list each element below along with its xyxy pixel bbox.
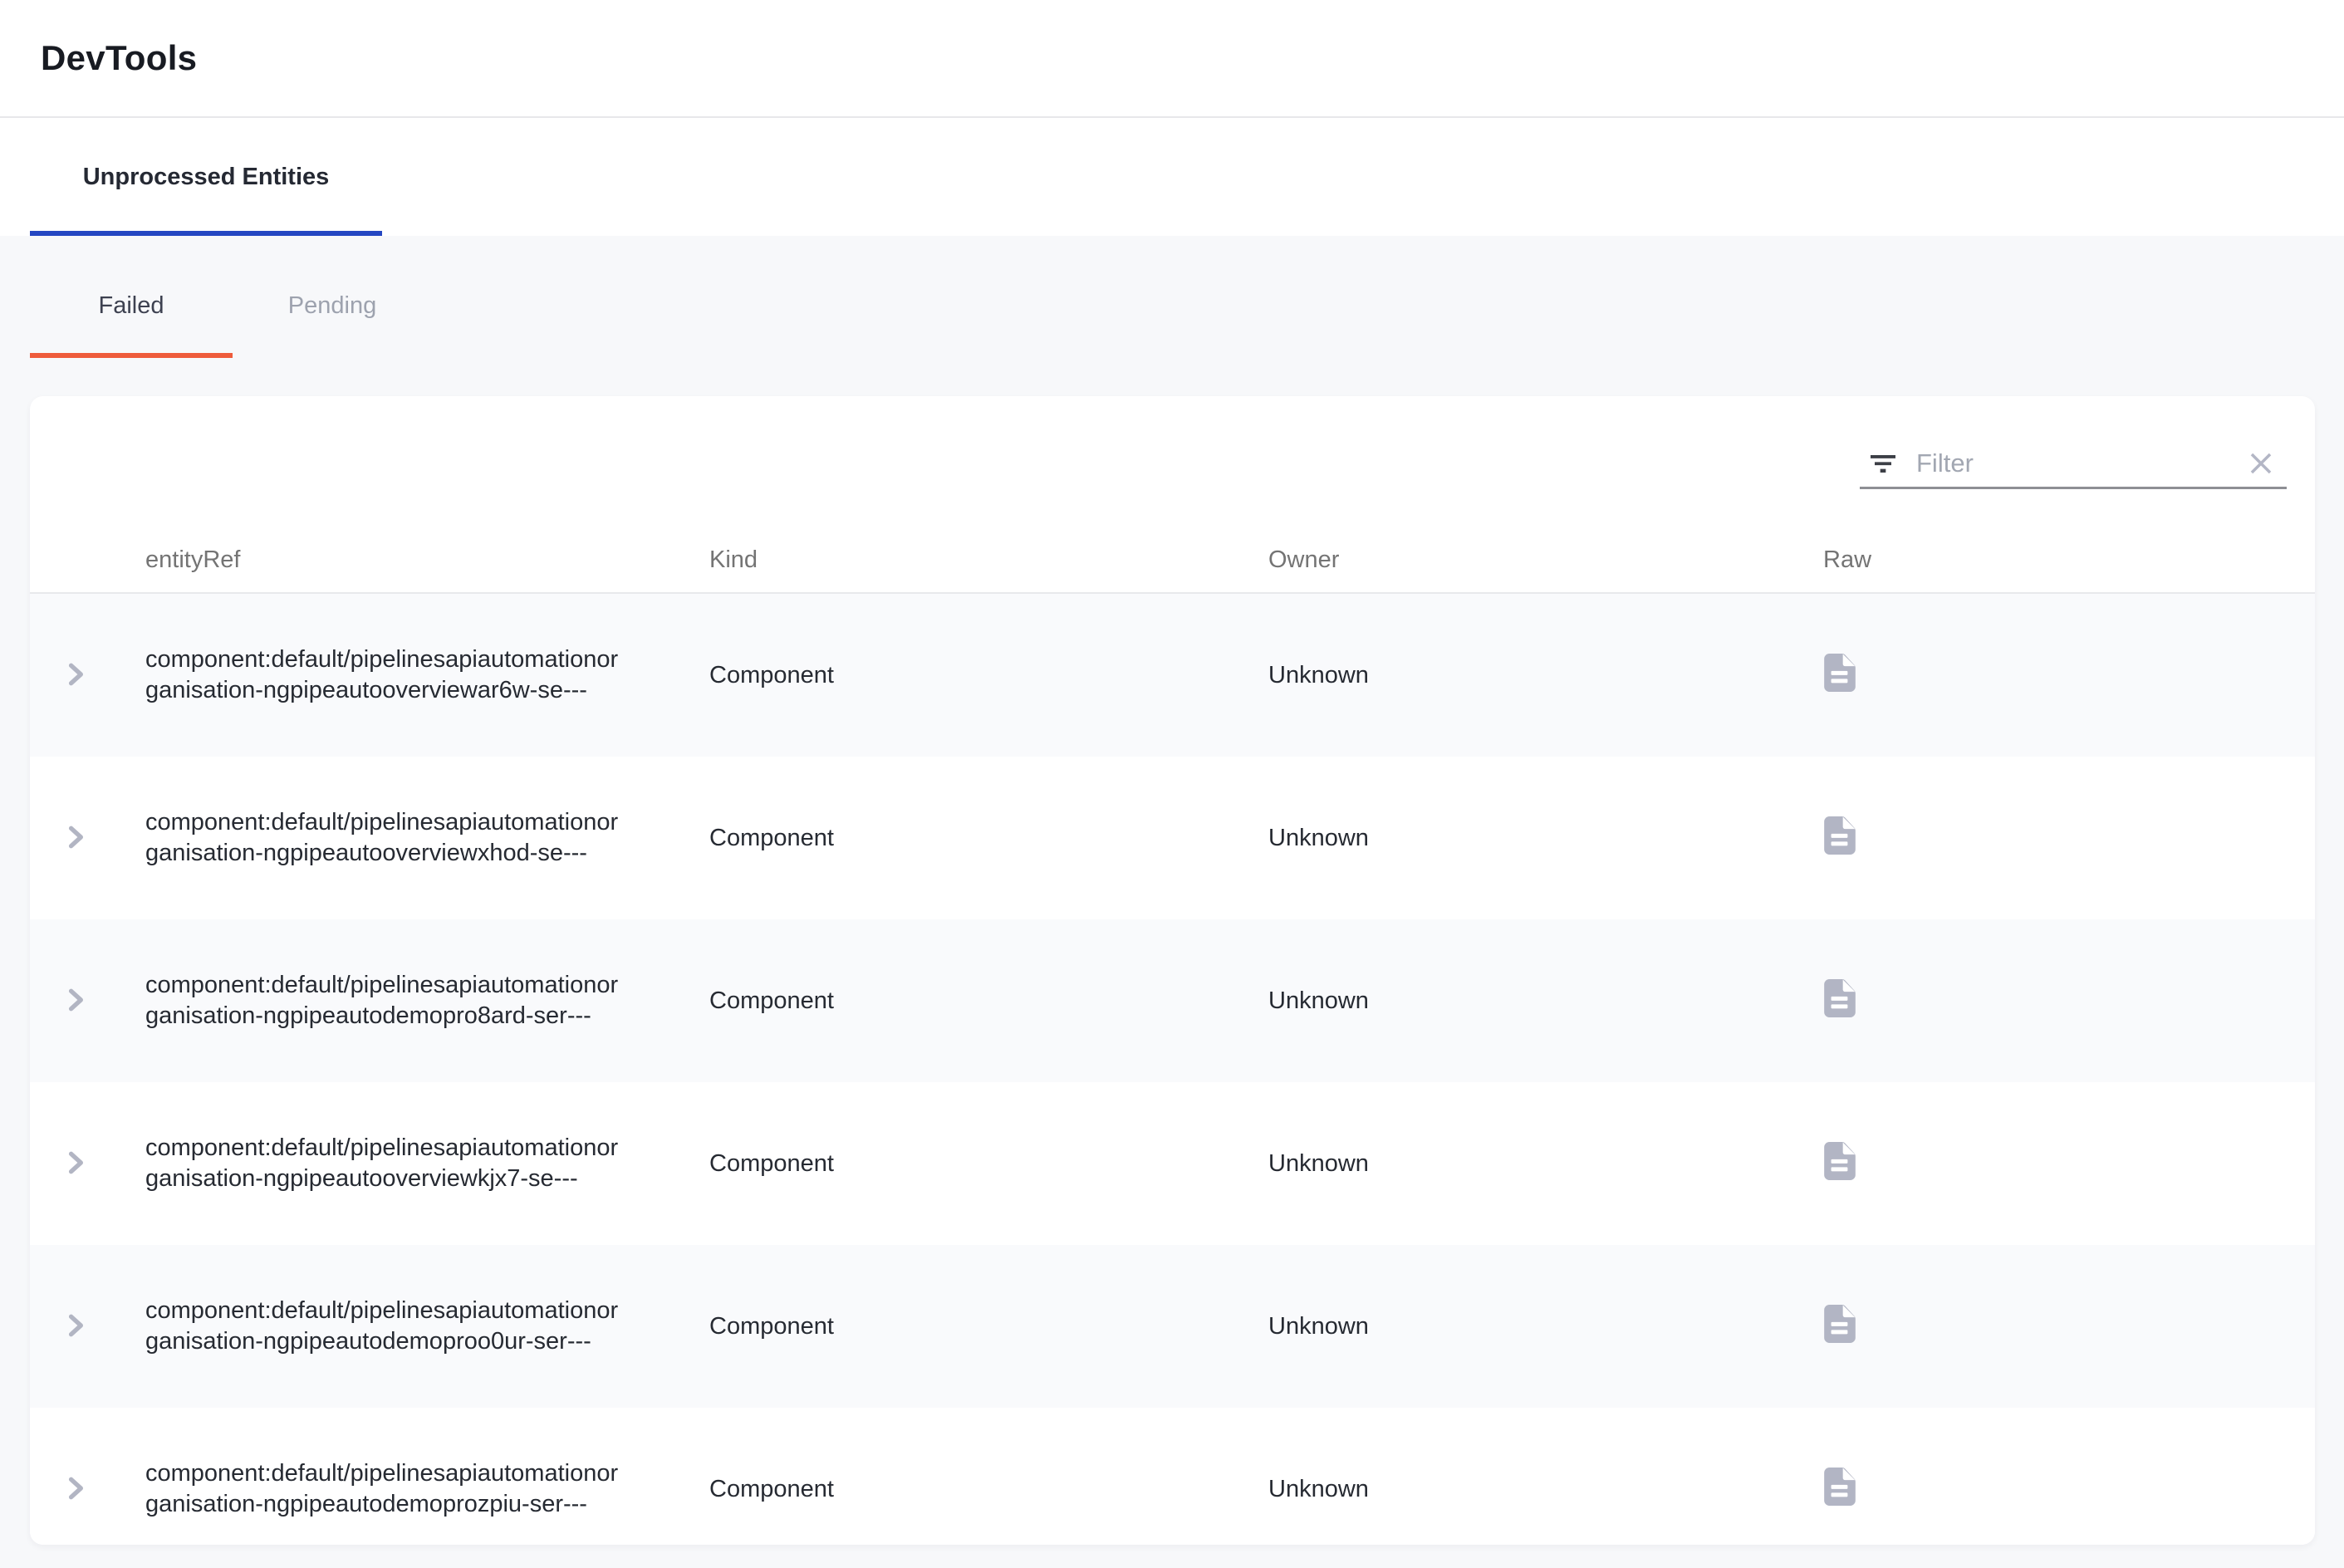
page-title: DevTools xyxy=(41,38,197,78)
document-icon xyxy=(1824,816,1856,855)
sub-tab-bar: Failed Pending xyxy=(0,236,2344,358)
column-header-owner: Owner xyxy=(1268,546,1823,574)
view-raw-button[interactable] xyxy=(1822,652,1858,693)
table-row: component:default/pipelinesapiautomation… xyxy=(30,919,2315,1082)
document-icon xyxy=(1824,1142,1856,1180)
entity-ref-line1: component:default/pipelinesapiautomation… xyxy=(145,1458,709,1489)
entity-ref-line2: ganisation-ngpipeautodemoprozpiu-ser--- xyxy=(145,1489,709,1520)
content-section: Failed Pending Filter xyxy=(0,236,2344,1568)
view-raw-button[interactable] xyxy=(1822,1303,1858,1345)
entity-ref-cell: component:default/pipelinesapiautomation… xyxy=(145,970,709,1031)
entity-ref-cell: component:default/pipelinesapiautomation… xyxy=(145,644,709,706)
table-row: component:default/pipelinesapiautomation… xyxy=(30,594,2315,757)
table-row: component:default/pipelinesapiautomation… xyxy=(30,1245,2315,1408)
app-header: DevTools xyxy=(0,0,2344,118)
chevron-right-icon xyxy=(66,1475,86,1502)
owner-cell: Unknown xyxy=(1268,1150,1823,1178)
tab-label: Pending xyxy=(288,292,376,320)
entity-ref-line2: ganisation-ngpipeautooverviewar6w-se--- xyxy=(145,675,709,706)
expand-row-button[interactable] xyxy=(60,982,93,1017)
entity-ref-line1: component:default/pipelinesapiautomation… xyxy=(145,807,709,838)
close-icon xyxy=(2243,446,2278,481)
filter-input[interactable]: Filter xyxy=(1860,429,2287,489)
owner-cell: Unknown xyxy=(1268,1476,1823,1503)
document-icon xyxy=(1824,654,1856,692)
kind-cell: Component xyxy=(709,1313,1268,1340)
expand-row-button[interactable] xyxy=(60,1308,93,1343)
active-subtab-indicator xyxy=(30,353,233,358)
column-header-entityref: entityRef xyxy=(145,546,709,574)
entity-ref-line2: ganisation-ngpipeautodemopro8ard-ser--- xyxy=(145,1001,709,1031)
owner-cell: Unknown xyxy=(1268,825,1823,852)
tab-pending[interactable]: Pending xyxy=(233,236,432,358)
entity-ref-cell: component:default/pipelinesapiautomation… xyxy=(145,1296,709,1357)
document-icon xyxy=(1824,1305,1856,1343)
expand-row-button[interactable] xyxy=(60,1145,93,1180)
entity-ref-line2: ganisation-ngpipeautooverviewkjx7-se--- xyxy=(145,1164,709,1194)
view-raw-button[interactable] xyxy=(1822,1140,1858,1182)
entity-ref-cell: component:default/pipelinesapiautomation… xyxy=(145,807,709,869)
table-header: entityRef Kind Owner Raw xyxy=(30,508,2315,594)
entity-ref-line2: ganisation-ngpipeautodemoproo0ur-ser--- xyxy=(145,1326,709,1357)
entity-ref-line1: component:default/pipelinesapiautomation… xyxy=(145,1133,709,1164)
entity-ref-line1: component:default/pipelinesapiautomation… xyxy=(145,644,709,675)
table-row: component:default/pipelinesapiautomation… xyxy=(30,1408,2315,1545)
table-rows: component:default/pipelinesapiautomation… xyxy=(30,594,2315,1545)
kind-cell: Component xyxy=(709,1150,1268,1178)
column-header-kind: Kind xyxy=(709,546,1268,574)
entity-ref-cell: component:default/pipelinesapiautomation… xyxy=(145,1458,709,1520)
view-raw-button[interactable] xyxy=(1822,815,1858,856)
column-header-raw: Raw xyxy=(1823,546,2315,574)
tab-label: Failed xyxy=(99,292,164,320)
tab-failed[interactable]: Failed xyxy=(30,236,233,358)
tab-unprocessed-entities[interactable]: Unprocessed Entities xyxy=(30,118,382,236)
chevron-right-icon xyxy=(66,824,86,850)
owner-cell: Unknown xyxy=(1268,987,1823,1015)
entity-ref-line2: ganisation-ngpipeautooverviewxhod-se--- xyxy=(145,838,709,869)
expand-row-button[interactable] xyxy=(60,1471,93,1506)
document-icon xyxy=(1824,979,1856,1017)
unprocessed-entities-card: Filter entityRef Kind Owner Raw xyxy=(30,396,2315,1545)
expand-row-button[interactable] xyxy=(60,820,93,855)
clear-filter-button[interactable] xyxy=(2243,446,2278,481)
chevron-right-icon xyxy=(66,661,86,688)
owner-cell: Unknown xyxy=(1268,1313,1823,1340)
entity-ref-cell: component:default/pipelinesapiautomation… xyxy=(145,1133,709,1194)
entity-ref-line1: component:default/pipelinesapiautomation… xyxy=(145,970,709,1001)
view-raw-button[interactable] xyxy=(1822,978,1858,1019)
chevron-right-icon xyxy=(66,987,86,1013)
expand-row-button[interactable] xyxy=(60,657,93,692)
owner-cell: Unknown xyxy=(1268,662,1823,689)
filter-list-icon xyxy=(1866,447,1900,480)
view-raw-button[interactable] xyxy=(1822,1466,1858,1507)
chevron-right-icon xyxy=(66,1312,86,1339)
kind-cell: Component xyxy=(709,1476,1268,1503)
kind-cell: Component xyxy=(709,825,1268,852)
kind-cell: Component xyxy=(709,662,1268,689)
entity-ref-line1: component:default/pipelinesapiautomation… xyxy=(145,1296,709,1326)
filter-toolbar: Filter xyxy=(30,396,2315,508)
tab-label: Unprocessed Entities xyxy=(83,164,330,191)
document-icon xyxy=(1824,1468,1856,1506)
filter-placeholder: Filter xyxy=(1916,448,2227,478)
primary-tab-bar: Unprocessed Entities xyxy=(0,118,2344,236)
table-row: component:default/pipelinesapiautomation… xyxy=(30,757,2315,919)
table-row: component:default/pipelinesapiautomation… xyxy=(30,1082,2315,1245)
kind-cell: Component xyxy=(709,987,1268,1015)
chevron-right-icon xyxy=(66,1149,86,1176)
